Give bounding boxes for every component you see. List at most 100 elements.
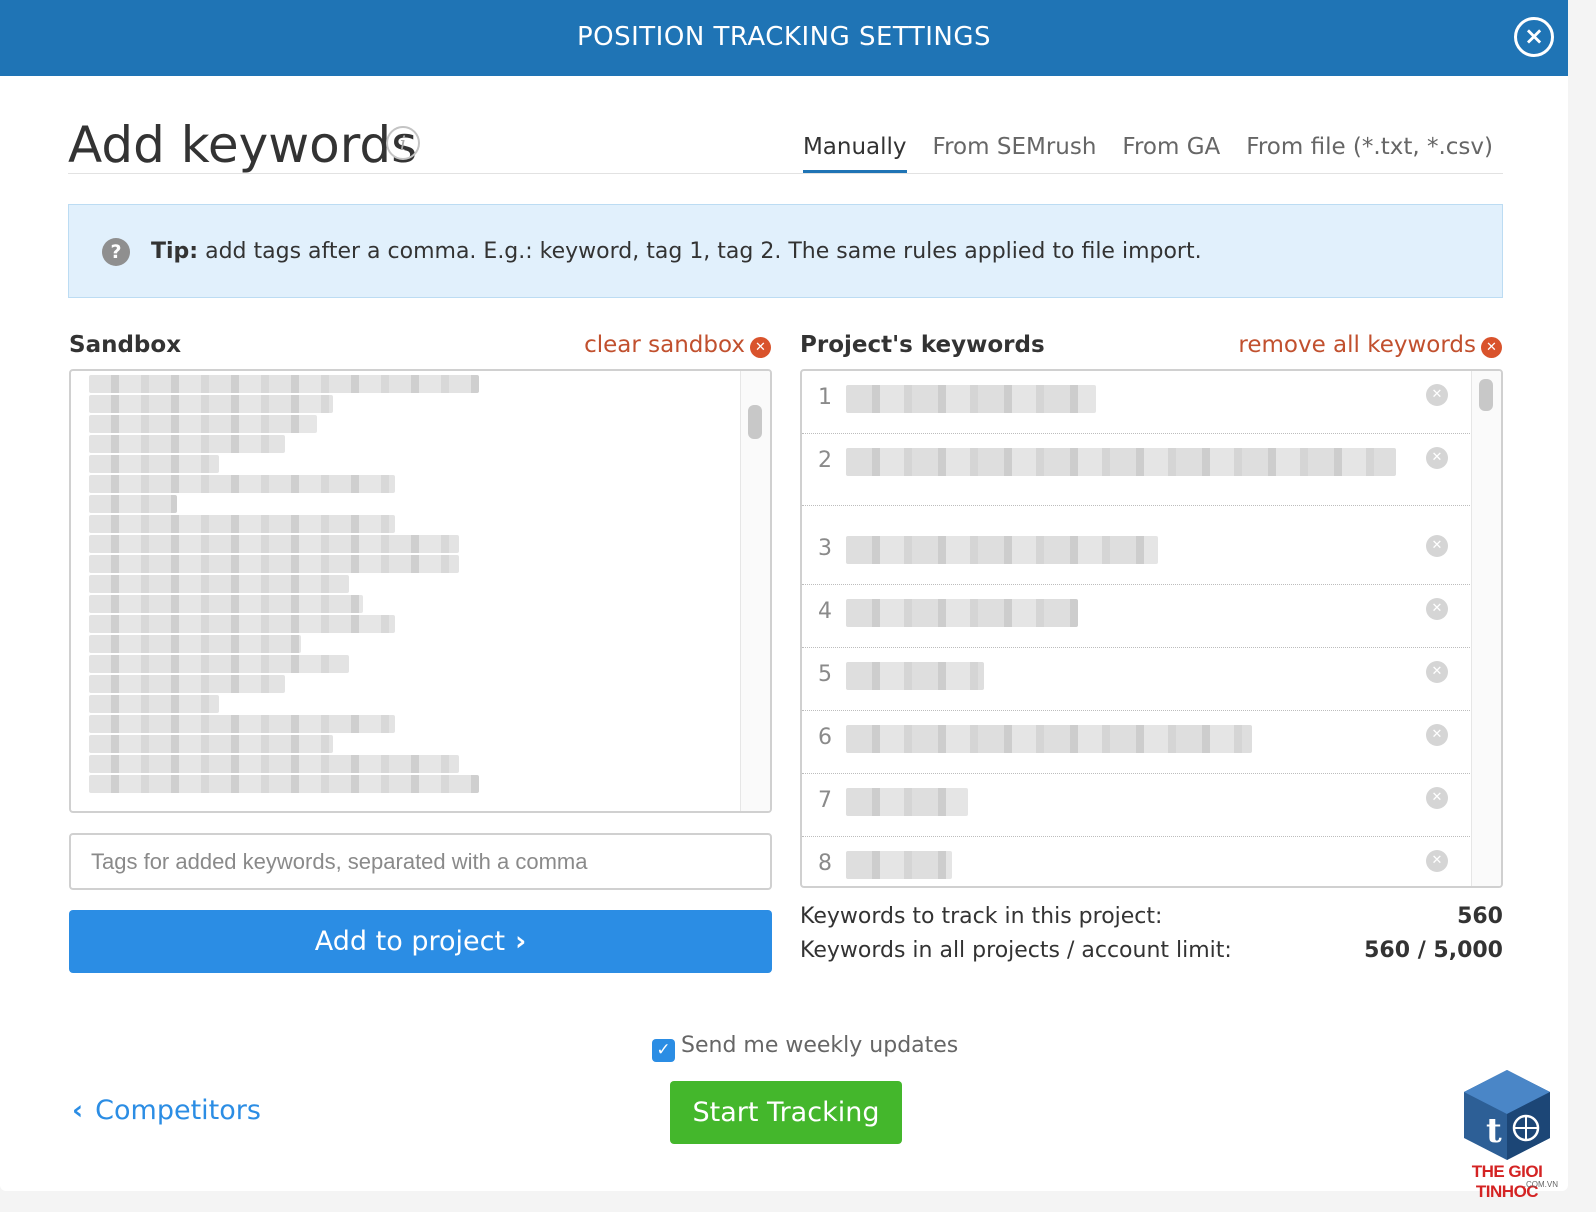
back-link-label: Competitors: [95, 1095, 261, 1126]
blurred-keyword: [846, 662, 984, 690]
modal-header: POSITION TRACKING SETTINGS ×: [0, 0, 1568, 76]
blurred-keyword: [846, 851, 952, 879]
tip-body: add tags after a comma. E.g.: keyword, t…: [198, 239, 1202, 264]
clear-icon: ✕: [750, 337, 771, 358]
remove-keyword-icon[interactable]: ✕: [1426, 384, 1448, 406]
page-title: Add keywords: [68, 116, 418, 174]
keyword-index: 3: [818, 536, 832, 561]
remove-keyword-icon[interactable]: ✕: [1426, 447, 1448, 469]
blurred-keyword: [846, 788, 968, 816]
remove-all-keywords-link[interactable]: remove all keywords ✕: [1238, 332, 1502, 358]
stat-track-value: 560: [1457, 904, 1503, 929]
import-tabs: Manually From SEMrush From GA From file …: [802, 134, 1493, 174]
keyword-row: 6 ✕: [802, 711, 1474, 774]
tabs-divider: [68, 173, 1503, 174]
stat-limit-label: Keywords in all projects / account limit…: [800, 938, 1232, 963]
keyword-index: 7: [818, 788, 832, 813]
clear-sandbox-label: clear sandbox: [584, 332, 745, 358]
blurred-keyword: [89, 655, 349, 673]
remove-keyword-icon[interactable]: ✕: [1426, 787, 1448, 809]
modal-title: POSITION TRACKING SETTINGS: [576, 22, 991, 52]
keyword-row: 3 ✕: [802, 522, 1474, 585]
watermark-logo: t THE GIOI TINHOC .COM.VN: [1452, 1068, 1562, 1201]
tab-from-semrush[interactable]: From SEMrush: [933, 134, 1097, 174]
blurred-keyword: [89, 555, 459, 573]
blurred-keyword: [89, 595, 363, 613]
sandbox-scroll-thumb[interactable]: [748, 405, 762, 439]
chevron-right-icon: ›: [515, 926, 527, 957]
blurred-keyword: [846, 536, 1158, 564]
clear-sandbox-link[interactable]: clear sandbox ✕: [584, 332, 771, 358]
blurred-keyword: [89, 535, 459, 553]
keyword-index: 2: [818, 448, 832, 473]
sandbox-content: [89, 375, 479, 795]
blurred-keyword: [89, 575, 349, 593]
remove-all-icon: ✕: [1481, 337, 1502, 358]
weekly-updates[interactable]: ✓ Send me weekly updates: [652, 1033, 958, 1062]
tags-input[interactable]: [69, 833, 772, 890]
keyword-index: 6: [818, 725, 832, 750]
tip-banner: ? Tip: add tags after a comma. E.g.: key…: [68, 204, 1503, 298]
question-icon: ?: [102, 238, 130, 266]
remove-keyword-icon[interactable]: ✕: [1426, 598, 1448, 620]
keywords-scroll-thumb[interactable]: [1479, 379, 1493, 411]
remove-keyword-icon[interactable]: ✕: [1426, 724, 1448, 746]
blurred-keyword: [89, 435, 285, 453]
keyword-index: 1: [818, 385, 832, 410]
settings-modal: POSITION TRACKING SETTINGS × Add keyword…: [0, 0, 1568, 1191]
blurred-keyword: [89, 475, 395, 493]
blurred-keyword: [89, 715, 395, 733]
keywords-scrollbar[interactable]: [1471, 371, 1501, 886]
blurred-keyword: [846, 385, 1096, 413]
watermark-cube-icon: t: [1464, 1070, 1550, 1160]
keyword-row: 8 ✕: [802, 837, 1474, 886]
stat-limit-value: 560 / 5,000: [1364, 938, 1503, 963]
weekly-updates-label: Send me weekly updates: [681, 1033, 959, 1058]
project-keywords-list: 1 ✕ 2 ✕ 3 ✕ 4 ✕ 5 ✕ 6 ✕ 7 ✕ 8 ✕: [800, 369, 1503, 888]
tab-manually[interactable]: Manually: [802, 134, 907, 174]
blurred-keyword: [846, 599, 1078, 627]
stat-track-label: Keywords to track in this project:: [800, 904, 1163, 929]
keyword-row: 2 ✕: [802, 434, 1474, 506]
blurred-keyword: [89, 615, 395, 633]
blurred-keyword: [89, 395, 333, 413]
svg-text:t: t: [1486, 1111, 1502, 1151]
keyword-index: 5: [818, 662, 832, 687]
watermark-subtext: .COM.VN: [1523, 1180, 1558, 1189]
tip-text: Tip: add tags after a comma. E.g.: keywo…: [151, 239, 1202, 264]
blurred-keyword: [846, 725, 1252, 753]
blurred-keyword: [846, 448, 1396, 476]
back-to-competitors-link[interactable]: ‹ Competitors: [72, 1095, 261, 1126]
sandbox-textarea[interactable]: [69, 369, 772, 813]
tip-label: Tip:: [151, 239, 199, 264]
blurred-keyword: [89, 415, 317, 433]
blurred-keyword: [89, 775, 479, 793]
start-tracking-button[interactable]: Start Tracking: [670, 1081, 902, 1144]
tab-from-file[interactable]: From file (*.txt, *.csv): [1246, 134, 1493, 174]
blurred-keyword: [89, 695, 219, 713]
project-keywords-label: Project's keywords: [800, 332, 1045, 358]
keyword-row: 7 ✕: [802, 774, 1474, 837]
sandbox-scrollbar[interactable]: [740, 371, 770, 811]
chevron-left-icon: ‹: [72, 1095, 84, 1126]
remove-keyword-icon[interactable]: ✕: [1426, 535, 1448, 557]
keyword-index: 4: [818, 599, 832, 624]
info-icon[interactable]: i: [386, 126, 420, 160]
sandbox-label: Sandbox: [69, 332, 182, 358]
blurred-keyword: [89, 495, 177, 513]
tab-from-ga[interactable]: From GA: [1122, 134, 1220, 174]
weekly-updates-checkbox[interactable]: ✓: [652, 1039, 675, 1062]
keyword-row: 1 ✕: [802, 371, 1474, 434]
add-to-project-button[interactable]: Add to project ›: [69, 910, 772, 973]
blurred-keyword: [89, 375, 479, 393]
remove-keyword-icon[interactable]: ✕: [1426, 661, 1448, 683]
stat-account-limit: Keywords in all projects / account limit…: [800, 938, 1503, 963]
keyword-row: 4 ✕: [802, 585, 1474, 648]
blurred-keyword: [89, 735, 333, 753]
remove-keyword-icon[interactable]: ✕: [1426, 850, 1448, 872]
close-icon[interactable]: ×: [1514, 17, 1554, 57]
blurred-keyword: [89, 455, 219, 473]
keyword-row: 5 ✕: [802, 648, 1474, 711]
blurred-keyword: [89, 635, 301, 653]
blurred-keyword: [89, 675, 285, 693]
